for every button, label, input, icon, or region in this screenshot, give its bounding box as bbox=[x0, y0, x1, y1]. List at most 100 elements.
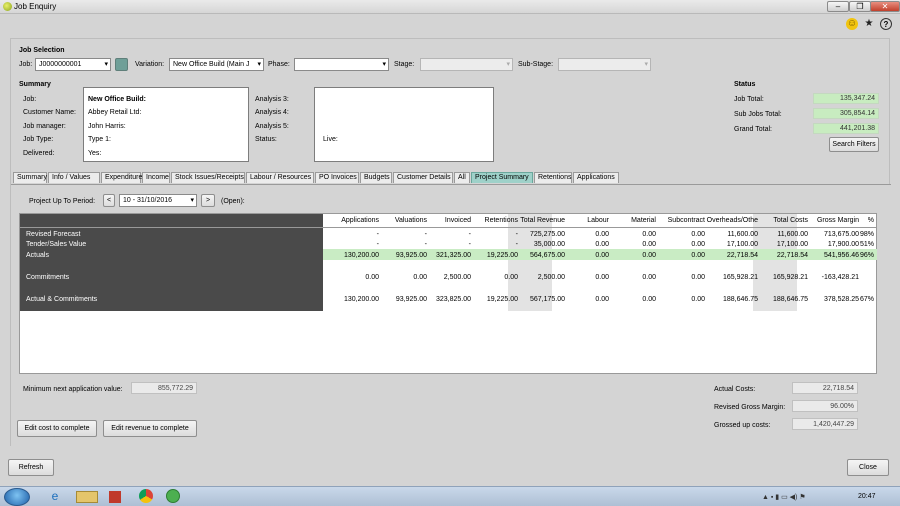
grid-cell: 0.00 bbox=[595, 274, 609, 281]
tab-labour-resources[interactable]: Labour / Resources bbox=[246, 172, 314, 183]
grid-cell: 0.00 bbox=[504, 274, 518, 281]
grid-cell: 93,925.00 bbox=[395, 296, 427, 303]
grid-cell: 2,500.00 bbox=[537, 274, 565, 281]
chevron-down-icon: ▾ bbox=[644, 61, 648, 68]
sage-icon[interactable] bbox=[166, 489, 180, 503]
help-icon[interactable]: ? bbox=[880, 18, 892, 30]
app-red-icon[interactable] bbox=[109, 491, 121, 503]
star-icon[interactable]: ★ bbox=[863, 18, 875, 30]
grid-cell: 0.00 bbox=[642, 296, 656, 303]
column-header[interactable]: Valuations bbox=[395, 217, 427, 224]
tab-budgets[interactable]: Budgets bbox=[360, 172, 392, 183]
tab-retentions[interactable]: Retentions bbox=[534, 172, 572, 183]
refresh-button[interactable]: Refresh bbox=[8, 459, 54, 476]
column-header[interactable]: Total Revenue bbox=[520, 217, 565, 224]
grid-cell: 0.00 bbox=[642, 252, 656, 259]
grid-cell: 0.00 bbox=[413, 274, 427, 281]
grid-cell: - bbox=[515, 241, 518, 248]
close-button[interactable]: Close bbox=[847, 459, 889, 476]
tab-info-values[interactable]: Info / Values bbox=[48, 172, 100, 183]
grid-cell: 35,000.00 bbox=[533, 241, 565, 248]
tab-summary[interactable]: Summary bbox=[13, 172, 47, 183]
tab-all[interactable]: All bbox=[454, 172, 470, 183]
grid-cell: 17,100.00 bbox=[726, 241, 758, 248]
header-divider bbox=[20, 227, 877, 228]
column-header[interactable]: Retentions bbox=[485, 217, 518, 224]
restore-button[interactable]: ❐ bbox=[849, 1, 871, 12]
chevron-down-icon: ▾ bbox=[104, 61, 108, 68]
revised-gm-label: Revised Gross Margin: bbox=[714, 404, 786, 411]
column-header[interactable]: Total Costs bbox=[773, 217, 808, 224]
column-header[interactable]: Invoiced bbox=[445, 217, 471, 224]
job-type-value: Type 1: bbox=[88, 136, 111, 143]
minimize-button[interactable]: – bbox=[827, 1, 849, 12]
tab-income[interactable]: Income bbox=[142, 172, 170, 183]
tab-applications[interactable]: Applications bbox=[573, 172, 619, 183]
grid-cell: 188,646.75 bbox=[722, 296, 758, 303]
grid-cell: 130,200.00 bbox=[343, 296, 379, 303]
toolbar bbox=[0, 14, 900, 36]
tab-stock-issues-receipts[interactable]: Stock Issues/Receipts bbox=[171, 172, 245, 183]
column-header[interactable]: Subcontract bbox=[668, 217, 705, 224]
tab-customer-details[interactable]: Customer Details bbox=[393, 172, 453, 183]
row-label: Actuals bbox=[26, 252, 49, 259]
edit-cost-button[interactable]: Edit cost to complete bbox=[17, 420, 97, 437]
min-app-value: 855,772.29 bbox=[131, 382, 197, 394]
tray-icons[interactable]: ▲ ▪ ▮ ▭ ◀) ⚑ bbox=[762, 493, 806, 501]
grid-cell: 17,900.00 bbox=[827, 241, 859, 248]
grid-cell: 0.00 bbox=[595, 296, 609, 303]
grid-cell: 96% bbox=[859, 252, 874, 259]
grid-cell: 541,956.46 bbox=[823, 252, 859, 259]
tab-po-invoices[interactable]: PO Invoices bbox=[315, 172, 359, 183]
column-header[interactable]: Gross Margin bbox=[817, 217, 859, 224]
taskbar: e ▲ ▪ ▮ ▭ ◀) ⚑ 20:47 bbox=[0, 486, 900, 506]
period-select[interactable]: 10 - 31/10/2016 ▾ bbox=[119, 194, 197, 207]
column-header[interactable]: Applications bbox=[341, 217, 379, 224]
job-browse-icon[interactable] bbox=[115, 58, 128, 71]
substage-select[interactable]: ▾ bbox=[558, 58, 651, 71]
substage-label: Sub-Stage: bbox=[518, 61, 554, 68]
analysis5-label: Analysis 5: bbox=[255, 123, 289, 130]
summary-job-label: Job: bbox=[23, 96, 37, 103]
grid-cell: 2,500.00 bbox=[443, 274, 471, 281]
tab-project-summary[interactable]: Project Summary bbox=[471, 172, 533, 183]
period-next-button[interactable]: > bbox=[201, 194, 215, 207]
start-icon[interactable] bbox=[4, 488, 30, 506]
folder-icon[interactable] bbox=[76, 491, 98, 503]
job-type-label: Job Type: bbox=[23, 136, 54, 143]
grid-cell: 0.00 bbox=[595, 231, 609, 238]
grid-cell: 22,718.54 bbox=[726, 252, 758, 259]
search-filters-button[interactable]: Search Filters bbox=[829, 137, 879, 152]
variation-select[interactable]: New Office Build (Main J ▾ bbox=[169, 58, 264, 71]
phase-select[interactable]: ▾ bbox=[294, 58, 389, 71]
edit-revenue-button[interactable]: Edit revenue to complete bbox=[103, 420, 197, 437]
analysis3-label: Analysis 3: bbox=[255, 96, 289, 103]
period-prev-button[interactable]: < bbox=[103, 194, 115, 207]
chevron-down-icon: ▾ bbox=[506, 61, 510, 68]
chrome-icon[interactable] bbox=[139, 489, 153, 503]
grid-cell: 0.00 bbox=[642, 274, 656, 281]
row-label: Actual & Commitments bbox=[26, 296, 98, 303]
grid-cell: 0.00 bbox=[691, 296, 705, 303]
column-header[interactable]: % bbox=[868, 217, 874, 224]
job-total-label: Job Total: bbox=[734, 96, 764, 103]
job-total-value: 135,347.24 bbox=[813, 93, 879, 104]
job-label: Job: bbox=[19, 61, 33, 68]
status-value: Live: bbox=[323, 136, 338, 143]
grid-cell: 11,600.00 bbox=[727, 231, 758, 238]
smiley-icon[interactable]: ☺ bbox=[846, 18, 858, 30]
ie-icon[interactable]: e bbox=[44, 489, 66, 505]
tab-expenditure[interactable]: Expenditure bbox=[101, 172, 142, 183]
column-header[interactable]: Material bbox=[631, 217, 656, 224]
actual-costs-value: 22,718.54 bbox=[792, 382, 858, 394]
column-header[interactable]: Labour bbox=[587, 217, 609, 224]
column-header[interactable]: Overheads/Othe bbox=[707, 217, 758, 224]
summary-job-value: New Office Build: bbox=[88, 96, 146, 103]
actual-costs-label: Actual Costs: bbox=[714, 386, 756, 393]
status-label: Status: bbox=[255, 136, 277, 143]
close-window-button[interactable]: ✕ bbox=[870, 1, 900, 12]
customer-value: Abbey Retail Ltd: bbox=[88, 109, 142, 116]
grid-cell: - bbox=[424, 241, 427, 248]
stage-select[interactable]: ▾ bbox=[420, 58, 513, 71]
job-select[interactable]: J0000000001 ▾ bbox=[35, 58, 111, 71]
